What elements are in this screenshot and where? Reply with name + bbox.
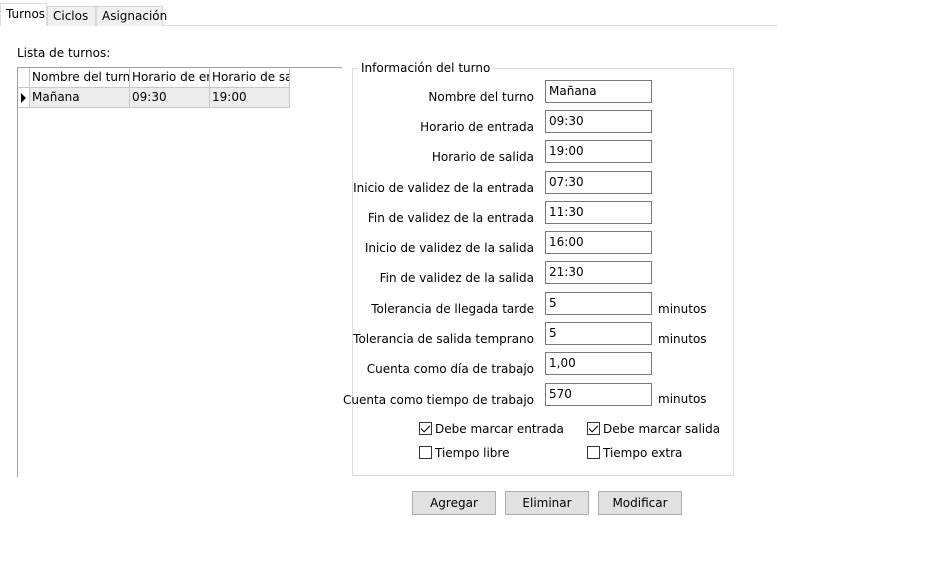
modify-button[interactable]: Modificar (598, 491, 682, 515)
label-late-tolerance: Tolerancia de llegada tarde (371, 302, 534, 316)
exit-valid-start-input[interactable]: 16:00 (545, 231, 652, 254)
cell-entry[interactable]: 09:30 (130, 88, 210, 108)
worktime-count-unit: minutos (658, 392, 707, 406)
shift-name-input[interactable]: Mañana (545, 80, 652, 103)
late-tolerance-input[interactable]: 5 (545, 292, 652, 315)
shift-list-label: Lista de turnos: (17, 46, 111, 60)
exit-time-input[interactable]: 19:00 (545, 140, 652, 163)
shift-table: Nombre del turno Horario de entrada Hora… (18, 68, 290, 108)
overtime-label[interactable]: Tiempo extra (603, 445, 682, 461)
late-tolerance-unit: minutos (658, 302, 707, 316)
shift-list-panel (17, 67, 342, 477)
cell-exit[interactable]: 19:00 (210, 88, 290, 108)
overtime-checkbox[interactable] (587, 446, 600, 459)
label-exit-valid-end: Fin de validez de la salida (379, 271, 534, 285)
label-exit-valid-start: Inicio de validez de la salida (364, 241, 534, 255)
row-header-corner (18, 68, 30, 88)
column-header-exit[interactable]: Horario de salida (210, 68, 290, 88)
label-early-tolerance: Tolerancia de salida temprano (353, 332, 534, 346)
entry-valid-end-input[interactable]: 11:30 (545, 201, 652, 224)
column-header-name[interactable]: Nombre del turno (30, 68, 130, 88)
add-button[interactable]: Agregar (412, 491, 496, 515)
cell-name[interactable]: Mañana (30, 88, 130, 108)
label-shift-name: Nombre del turno (428, 90, 534, 104)
free-time-checkbox[interactable] (419, 446, 432, 459)
entry-time-input[interactable]: 09:30 (545, 110, 652, 133)
label-worktime-count: Cuenta como tiempo de trabajo (343, 393, 534, 407)
row-pointer-icon (21, 93, 26, 103)
worktime-count-input[interactable]: 570 (545, 383, 652, 406)
row-selector[interactable] (18, 88, 30, 108)
table-row[interactable]: Mañana 09:30 19:00 (18, 88, 290, 108)
free-time-label[interactable]: Tiempo libre (435, 445, 509, 461)
label-entry-valid-start: Inicio de validez de la entrada (353, 181, 534, 195)
label-exit-time: Horario de salida (431, 150, 534, 164)
column-header-entry[interactable]: Horario de entrada (130, 68, 210, 88)
label-entry-valid-end: Fin de validez de la entrada (367, 211, 534, 225)
exit-valid-end-input[interactable]: 21:30 (545, 261, 652, 284)
must-clock-in-label[interactable]: Debe marcar entrada (435, 421, 564, 437)
entry-valid-start-input[interactable]: 07:30 (545, 171, 652, 194)
workday-count-input[interactable]: 1,00 (545, 352, 652, 375)
label-workday-count: Cuenta como día de trabajo (366, 362, 534, 376)
must-clock-out-checkbox[interactable] (587, 422, 600, 435)
delete-button[interactable]: Eliminar (505, 491, 589, 515)
must-clock-out-label[interactable]: Debe marcar salida (603, 421, 720, 437)
label-entry-time: Horario de entrada (420, 120, 534, 134)
early-tolerance-input[interactable]: 5 (545, 322, 652, 345)
shift-info-title: Información del turno (358, 60, 494, 76)
tab-ciclos[interactable]: Ciclos (47, 6, 96, 26)
early-tolerance-unit: minutos (658, 332, 707, 346)
table-header-row: Nombre del turno Horario de entrada Hora… (18, 68, 290, 88)
must-clock-in-checkbox[interactable] (419, 422, 432, 435)
tab-turnos[interactable]: Turnos (0, 3, 47, 26)
tab-asignacion[interactable]: Asignación (96, 6, 167, 26)
